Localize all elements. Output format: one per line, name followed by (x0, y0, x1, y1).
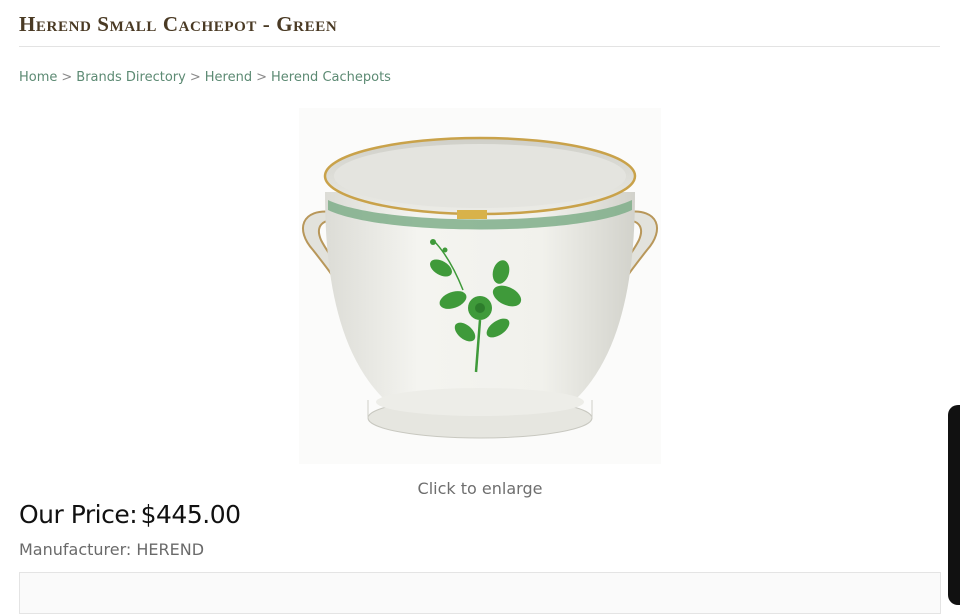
breadcrumb-herend[interactable]: Herend (205, 70, 252, 85)
breadcrumb-separator: > (61, 70, 73, 85)
page-title: Herend Small Cachepot - Green (19, 12, 338, 36)
manufacturer-value: HEREND (136, 540, 205, 559)
price-value: $445.00 (140, 500, 241, 529)
title-divider (19, 46, 940, 47)
breadcrumb-separator: > (189, 70, 201, 85)
manufacturer: Manufacturer: HEREND (19, 540, 204, 559)
product-options-panel (19, 572, 941, 614)
product-price: Our Price: $445.00 (19, 500, 241, 529)
product-image[interactable] (293, 100, 667, 470)
breadcrumb-herend-cachepots[interactable]: Herend Cachepots (271, 70, 391, 85)
price-label: Our Price: (19, 500, 138, 529)
cachepot-image (299, 108, 661, 464)
manufacturer-label: Manufacturer: (19, 540, 132, 559)
device-edge (948, 405, 960, 605)
breadcrumb-brands-directory[interactable]: Brands Directory (76, 70, 186, 85)
breadcrumb: Home > Brands Directory > Herend > Herend Cach… (19, 70, 391, 85)
click-to-enlarge[interactable]: Click to enlarge (0, 479, 960, 498)
breadcrumb-home[interactable]: Home (19, 70, 57, 85)
breadcrumb-separator: > (256, 70, 267, 85)
